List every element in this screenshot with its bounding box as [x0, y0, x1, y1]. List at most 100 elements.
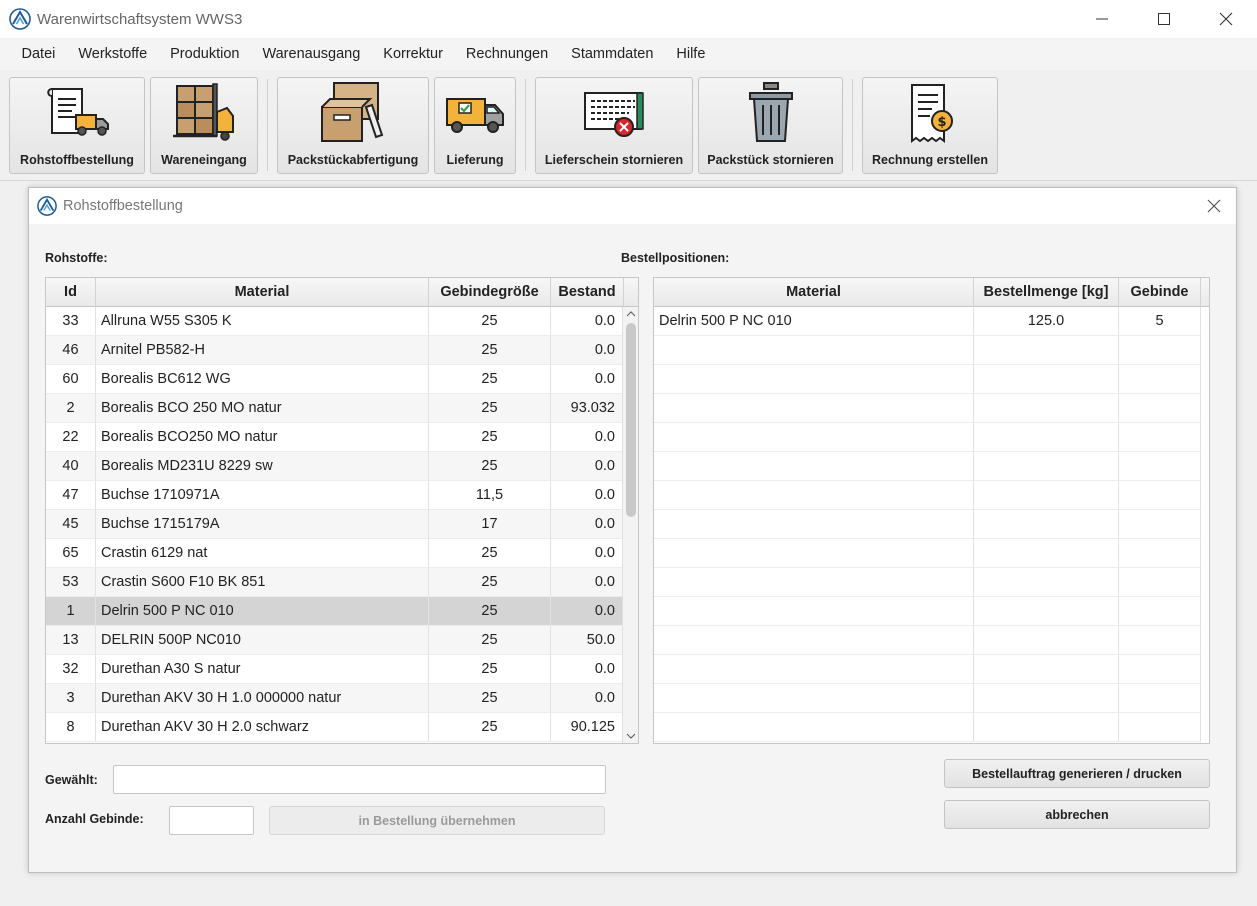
- cell-material: Buchse 1710971A: [96, 481, 429, 510]
- cell-id: 13: [46, 626, 96, 655]
- table-row[interactable]: 8 Durethan AKV 30 H 2.0 schwarz 25 90.125: [46, 713, 624, 742]
- cell-bestand: 90.125: [551, 713, 624, 742]
- table-row[interactable]: 45 Buchse 1715179A 17 0.0: [46, 510, 624, 539]
- cell-gebinde: 11,5: [429, 481, 551, 510]
- anzahl-gebinde-input[interactable]: [169, 806, 254, 835]
- column-header[interactable]: Material: [96, 278, 429, 307]
- cell-id: 65: [46, 539, 96, 568]
- cell-material: Borealis MD231U 8229 sw: [96, 452, 429, 481]
- wareneingang-button[interactable]: Wareneingang: [150, 77, 258, 174]
- column-header[interactable]: Bestellmenge [kg]: [974, 278, 1119, 307]
- rechnung-erstellen-button[interactable]: $ Rechnung erstellen: [862, 77, 998, 174]
- maximize-button[interactable]: [1133, 0, 1195, 38]
- cell-gebinde: 25: [429, 423, 551, 452]
- cell-bestand: 0.0: [551, 481, 624, 510]
- cell-material: [654, 626, 974, 655]
- lieferung-button[interactable]: Lieferung: [434, 77, 516, 174]
- rohstoffbestellung-dialog: Rohstoffbestellung Rohstoffe: Bestellpos…: [28, 187, 1237, 873]
- cell-gebinde: [1119, 336, 1201, 365]
- chevron-up-icon: [626, 311, 636, 317]
- cell-material: Borealis BC612 WG: [96, 365, 429, 394]
- toolbar-separator: [267, 79, 268, 171]
- menu-item-produktion[interactable]: Produktion: [159, 38, 251, 70]
- vertical-scrollbar[interactable]: [622, 307, 638, 743]
- menu-item-rechnungen[interactable]: Rechnungen: [454, 38, 559, 70]
- packstueckabfertigung-button[interactable]: Packstückabfertigung: [277, 77, 429, 174]
- table-row[interactable]: 2 Borealis BCO 250 MO natur 25 93.032: [46, 394, 624, 423]
- abbrechen-button[interactable]: abbrechen: [944, 800, 1210, 829]
- table-row[interactable]: 3 Durethan AKV 30 H 1.0 000000 natur 25 0.0: [46, 684, 624, 713]
- menu-bar: Datei Werkstoffe Produktion Warenausgang Kor…: [0, 38, 1257, 70]
- bestellauftrag-generieren-button[interactable]: Bestellauftrag generieren / drucken: [944, 759, 1210, 788]
- table-row[interactable]: 22 Borealis BCO250 MO natur 25 0.0: [46, 423, 624, 452]
- cell-gebinde: 25: [429, 307, 551, 336]
- cell-gebinde: 25: [429, 539, 551, 568]
- table-row[interactable]: 53 Crastin S600 F10 BK 851 25 0.0: [46, 568, 624, 597]
- packstueck-stornieren-button[interactable]: Packstück stornieren: [698, 77, 843, 174]
- cell-material: Delrin 500 P NC 010: [654, 307, 974, 336]
- cell-material: [654, 510, 974, 539]
- column-header[interactable]: Gebinde: [1119, 278, 1201, 307]
- cell-material: DELRIN 500P NC010: [96, 626, 429, 655]
- app-logo-icon: [9, 8, 31, 30]
- table-row[interactable]: 46 Arnitel PB582-H 25 0.0: [46, 336, 624, 365]
- cell-material: Borealis BCO 250 MO natur: [96, 394, 429, 423]
- cell-bestand: 0.0: [551, 568, 624, 597]
- gewaehlt-input[interactable]: [113, 765, 606, 794]
- table-body: Delrin 500 P NC 010 125.0 5: [654, 307, 1201, 742]
- packages-icon: [321, 82, 384, 142]
- table-row[interactable]: 33 Allruna W55 S305 K 25 0.0: [46, 307, 624, 336]
- table-row[interactable]: 40 Borealis MD231U 8229 sw 25 0.0: [46, 452, 624, 481]
- empty-row: [654, 626, 1201, 655]
- cell-material: [654, 597, 974, 626]
- lieferschein-stornieren-button[interactable]: Lieferschein stornieren: [535, 77, 693, 174]
- packstueckabfertigung-label: Packstückabfertigung: [287, 153, 419, 167]
- table-row[interactable]: 47 Buchse 1710971A 11,5 0.0: [46, 481, 624, 510]
- table-row[interactable]: Delrin 500 P NC 010 125.0 5: [654, 307, 1201, 336]
- empty-row: [654, 452, 1201, 481]
- table-row[interactable]: 32 Durethan A30 S natur 25 0.0: [46, 655, 624, 684]
- empty-row: [654, 655, 1201, 684]
- minimize-button[interactable]: [1071, 0, 1133, 38]
- cell-material: [654, 568, 974, 597]
- cell-material: Delrin 500 P NC 010: [96, 597, 429, 626]
- cell-bestand: 0.0: [551, 597, 624, 626]
- cell-id: 60: [46, 365, 96, 394]
- menu-item-werkstoffe[interactable]: Werkstoffe: [67, 38, 159, 70]
- bestellpositionen-label: Bestellpositionen:: [621, 251, 730, 265]
- cell-gebinde: 25: [429, 336, 551, 365]
- cell-menge: [974, 684, 1119, 713]
- column-header[interactable]: Bestand: [551, 278, 624, 307]
- cell-bestand: 0.0: [551, 452, 624, 481]
- scroll-down-button[interactable]: [623, 729, 638, 743]
- table-row[interactable]: 65 Crastin 6129 nat 25 0.0: [46, 539, 624, 568]
- bestellpositionen-table: Material Bestellmenge [kg] Gebinde Delrin …: [653, 277, 1210, 744]
- cell-id: 8: [46, 713, 96, 742]
- empty-row: [654, 365, 1201, 394]
- scrollbar-thumb[interactable]: [626, 323, 636, 517]
- cell-id: 32: [46, 655, 96, 684]
- cell-id: 3: [46, 684, 96, 713]
- table-row[interactable]: 13 DELRIN 500P NC010 25 50.0: [46, 626, 624, 655]
- menu-item-datei[interactable]: Datei: [10, 38, 67, 70]
- close-window-button[interactable]: [1195, 0, 1257, 38]
- menu-item-korrektur[interactable]: Korrektur: [372, 38, 455, 70]
- menu-item-stammdaten[interactable]: Stammdaten: [560, 38, 665, 70]
- table-row[interactable]: 1 Delrin 500 P NC 010 25 0.0: [46, 597, 624, 626]
- menu-item-warenausgang[interactable]: Warenausgang: [251, 38, 372, 70]
- cell-menge: [974, 423, 1119, 452]
- in-bestellung-uebernehmen-button[interactable]: in Bestellung übernehmen: [269, 806, 605, 835]
- table-row[interactable]: 60 Borealis BC612 WG 25 0.0: [46, 365, 624, 394]
- cell-material: Crastin 6129 nat: [96, 539, 429, 568]
- minimize-icon: [1096, 18, 1108, 20]
- cell-material: [654, 394, 974, 423]
- scroll-up-button[interactable]: [623, 307, 638, 321]
- column-header[interactable]: Material: [654, 278, 974, 307]
- cell-bestand: 0.0: [551, 307, 624, 336]
- column-header[interactable]: Id: [46, 278, 96, 307]
- cell-gebinde: [1119, 452, 1201, 481]
- menu-item-hilfe[interactable]: Hilfe: [665, 38, 717, 70]
- column-header[interactable]: Gebindegröße: [429, 278, 551, 307]
- close-icon[interactable]: [1206, 198, 1222, 214]
- rohstoffbestellung-button[interactable]: Rohstoffbestellung: [9, 77, 145, 174]
